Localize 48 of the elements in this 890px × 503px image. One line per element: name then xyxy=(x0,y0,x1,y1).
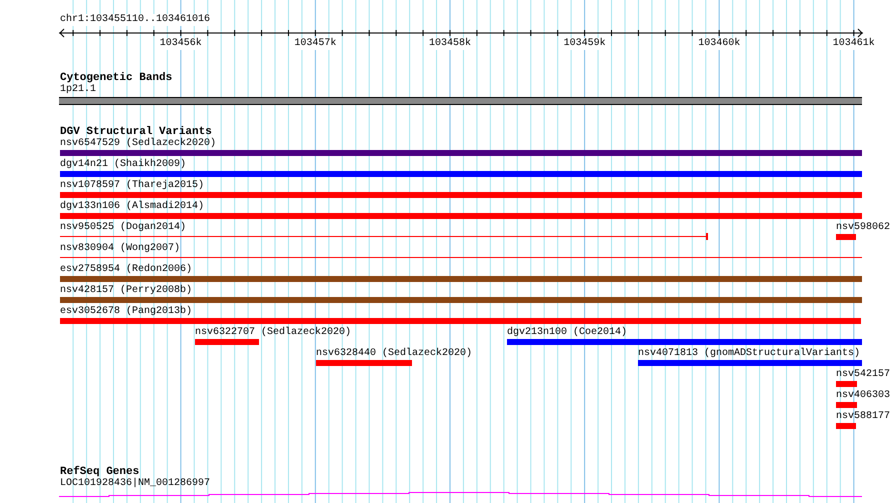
gene-label: LOC101928436|NM_001286997 xyxy=(60,478,210,490)
tick-label: 103458k xyxy=(428,38,471,50)
variant-label: nsv428157 (Perry2008b) xyxy=(60,285,192,297)
variant-label: esv2758954 (Redon2006) xyxy=(60,264,192,276)
track-title: DGV Structural Variants xyxy=(60,126,212,138)
variant-bar[interactable] xyxy=(60,213,862,219)
variant-label: dgv133n106 (Alsmadi2014) xyxy=(60,201,204,213)
variant-label: nsv1078597 (Thareja2015) xyxy=(60,180,204,192)
variant-bar[interactable] xyxy=(60,171,862,177)
variant-label: nsv588177 xyxy=(836,411,890,423)
variant-line[interactable] xyxy=(60,233,708,240)
variant-label: nsv406303 xyxy=(836,390,890,402)
variant-label: nsv830904 (Wong2007) xyxy=(60,243,180,255)
tick-label: 103460k xyxy=(698,38,740,50)
variant-bar[interactable] xyxy=(60,192,862,198)
tick-label: 103457k xyxy=(294,38,336,50)
variant-label: esv3052678 (Pang2013b) xyxy=(60,306,192,318)
tick-label: 103461k xyxy=(832,38,875,50)
track-title: RefSeq Genes xyxy=(60,466,140,478)
variant-bar[interactable] xyxy=(836,381,857,387)
variant-label: nsv950525 (Dogan2014) xyxy=(60,222,186,234)
tick-label: 103456k xyxy=(160,38,202,50)
variant-bar[interactable] xyxy=(638,360,862,366)
variant-label: nsv6322707 (Sedlazeck2020) xyxy=(195,327,352,339)
variant-bar[interactable] xyxy=(836,234,856,240)
variant-bar[interactable] xyxy=(316,360,412,366)
variant-line[interactable] xyxy=(60,254,862,261)
variant-bar[interactable] xyxy=(60,276,862,282)
gene-model-line[interactable] xyxy=(59,491,862,498)
variant-bar[interactable] xyxy=(60,150,862,156)
band-label: 1p21.1 xyxy=(60,84,96,96)
track-title: Cytogenetic Bands xyxy=(60,72,172,84)
variant-bar[interactable] xyxy=(507,339,862,345)
variant-label: dgv14n21 (Shaikh2009) xyxy=(60,159,186,171)
tick-label: 103459k xyxy=(564,38,606,50)
variant-label: nsv6547529 (Sedlazeck2020) xyxy=(60,138,216,150)
variant-label: dgv213n100 (Coe2014) xyxy=(507,327,628,339)
variant-label: nsv4071813 (gnomADStructuralVariants) xyxy=(638,348,860,360)
variant-bar[interactable] xyxy=(195,339,259,345)
variant-label: nsv6328440 (Sedlazeck2020) xyxy=(316,348,472,360)
variant-bar[interactable] xyxy=(60,297,862,303)
variant-label: nsv598062 xyxy=(836,222,890,234)
variant-bar[interactable] xyxy=(60,318,861,324)
variant-bar[interactable] xyxy=(836,402,857,408)
location-label: chr1:103455110..103461016 xyxy=(60,14,210,26)
variant-bar[interactable] xyxy=(836,423,856,429)
variant-label: nsv542157 xyxy=(836,369,890,381)
cytoband-bar[interactable] xyxy=(59,97,862,105)
